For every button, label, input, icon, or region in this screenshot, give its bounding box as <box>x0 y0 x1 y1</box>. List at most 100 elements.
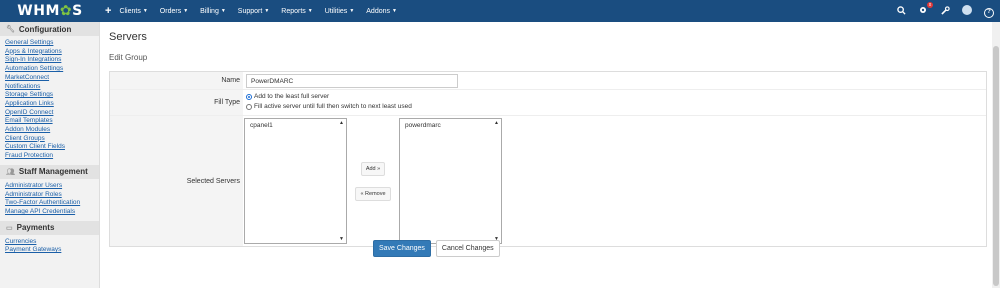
notification-badge: x <box>927 2 933 8</box>
avatar <box>962 5 972 15</box>
logo-text-end: S <box>72 3 83 19</box>
staff-links: Administrator Users Administrator Roles … <box>0 179 99 221</box>
caret-down-icon: ▼ <box>142 8 148 14</box>
sidebar: 🔧︎ Configuration General Settings Apps &… <box>0 22 100 288</box>
page-scrollbar[interactable] <box>992 22 1000 288</box>
menu-label: Billing <box>200 7 219 15</box>
edit-group-form: Name Fill Type Add to the least full ser… <box>109 71 987 247</box>
sidebar-link-currencies[interactable]: Currencies <box>5 238 94 247</box>
caret-down-icon: ▼ <box>220 8 226 14</box>
server-selector: cpanel1 ▲ ▼ Add » « Remove powerdmarc ▲ <box>243 116 986 246</box>
help-icon[interactable]: ? <box>984 5 994 18</box>
chevron-up-icon[interactable]: ▲ <box>494 120 499 126</box>
chevron-up-icon[interactable]: ▲ <box>339 120 344 126</box>
sidebar-link-custom-client-fields[interactable]: Custom Client Fields <box>5 143 94 152</box>
menu-support[interactable]: Support ▼ <box>238 8 269 15</box>
sidebar-link-client-groups[interactable]: Client Groups <box>5 135 94 144</box>
caret-down-icon: ▼ <box>264 8 270 14</box>
logo-gear-icon: ✿ <box>59 3 73 19</box>
sidebar-link-automation-settings[interactable]: Automation Settings <box>5 65 94 74</box>
top-navbar: WHM ✿ S + Clients ▼ Orders ▼ Billing ▼ Suppor… <box>0 0 1000 22</box>
logo-text: WHM <box>17 3 60 19</box>
scrollbar-thumb[interactable] <box>993 46 999 286</box>
sidebar-section-configuration: 🔧︎ Configuration <box>0 22 99 36</box>
fill-option-fill-active[interactable]: Fill active server until full then switc… <box>246 102 984 112</box>
section-title: Payments <box>16 223 55 233</box>
sidebar-link-storage-settings[interactable]: Storage Settings <box>5 91 94 100</box>
sidebar-link-general-settings[interactable]: General Settings <box>5 39 94 48</box>
cancel-changes-button[interactable]: Cancel Changes <box>435 240 500 257</box>
fill-option-least-full[interactable]: Add to the least full server <box>246 92 984 102</box>
wrench-icon[interactable] <box>940 5 950 17</box>
fill-type-field-cell: Add to the least full server Fill active… <box>243 90 986 115</box>
list-item[interactable]: powerdmarc <box>405 122 496 129</box>
menu-addons[interactable]: Addons ▼ <box>366 8 397 15</box>
form-actions: Save Changes Cancel Changes <box>373 240 500 257</box>
section-subtitle: Edit Group <box>109 53 148 62</box>
sidebar-link-administrator-users[interactable]: Administrator Users <box>5 182 94 191</box>
listbox-scrollbar[interactable]: ▲ ▼ <box>338 120 345 242</box>
radio-button-selected[interactable] <box>246 94 252 100</box>
selected-servers-list[interactable]: powerdmarc ▲ ▼ <box>399 118 502 244</box>
menu-utilities[interactable]: Utilities ▼ <box>325 8 355 15</box>
gear-icon[interactable]: x <box>918 2 933 17</box>
menu-label: Support <box>237 7 263 15</box>
group-name-input[interactable] <box>246 74 458 88</box>
wrench-icon: 🔧︎ <box>6 26 15 33</box>
save-changes-button[interactable]: Save Changes <box>373 240 431 257</box>
sidebar-link-sign-in-integrations[interactable]: Sign-In Integrations <box>5 56 94 65</box>
form-row-name: Name <box>110 72 986 90</box>
form-row-selected-servers: Selected Servers cpanel1 ▲ ▼ Add » « Rem… <box>110 116 986 246</box>
sidebar-link-email-templates[interactable]: Email Templates <box>5 117 94 126</box>
menu-label: Clients <box>119 7 141 15</box>
radio-label: Add to the least full server <box>254 93 330 100</box>
page-title: Servers <box>109 31 147 43</box>
sidebar-link-fraud-protection[interactable]: Fraud Protection <box>5 152 94 161</box>
main-content: Servers Edit Group Name Fill Type Add to… <box>109 22 987 247</box>
fill-type-label: Fill Type <box>110 90 243 115</box>
menu-reports[interactable]: Reports ▼ <box>281 8 312 15</box>
search-icon[interactable] <box>896 5 906 17</box>
selected-servers-label: Selected Servers <box>110 116 243 246</box>
payments-links: Currencies Payment Gateways <box>0 235 99 259</box>
caret-down-icon: ▼ <box>183 8 189 14</box>
sidebar-link-apps-integrations[interactable]: Apps & Integrations <box>5 48 94 57</box>
card-icon: ▭ <box>6 224 13 232</box>
available-servers-list[interactable]: cpanel1 ▲ ▼ <box>244 118 347 244</box>
menu-label: Orders <box>159 7 182 15</box>
sidebar-section-payments: ▭ Payments <box>0 220 99 235</box>
sidebar-link-two-factor[interactable]: Two-Factor Authentication <box>5 199 94 208</box>
sidebar-link-notifications[interactable]: Notifications <box>5 83 94 92</box>
add-server-button[interactable]: Add » <box>360 161 386 176</box>
sidebar-link-openid-connect[interactable]: OpenID Connect <box>5 109 94 118</box>
add-new-icon[interactable]: + <box>105 5 111 17</box>
listbox-scrollbar[interactable]: ▲ ▼ <box>493 120 500 242</box>
sidebar-section-staff-management: 👥︎ Staff Management <box>0 164 99 179</box>
user-icon[interactable] <box>962 5 972 17</box>
sidebar-link-application-links[interactable]: Application Links <box>5 100 94 109</box>
sidebar-link-marketconnect[interactable]: MarketConnect <box>5 74 94 83</box>
whmcs-logo[interactable]: WHM ✿ S <box>0 0 100 22</box>
chevron-down-icon[interactable]: ▼ <box>339 236 344 242</box>
list-item[interactable]: cpanel1 <box>250 122 341 129</box>
remove-server-button[interactable]: « Remove <box>355 186 391 201</box>
help-circle: ? <box>984 7 994 18</box>
sidebar-link-api-credentials[interactable]: Manage API Credentials <box>5 208 94 217</box>
top-icons: x ? <box>896 0 994 22</box>
section-title: Configuration <box>18 24 72 34</box>
radio-button[interactable] <box>246 104 252 110</box>
sidebar-link-addon-modules[interactable]: Addon Modules <box>5 126 94 135</box>
section-title: Staff Management <box>18 167 88 177</box>
form-row-fill-type: Fill Type Add to the least full server F… <box>110 90 986 116</box>
menu-billing[interactable]: Billing ▼ <box>200 8 226 15</box>
menu-label: Reports <box>281 7 306 15</box>
sidebar-link-administrator-roles[interactable]: Administrator Roles <box>5 191 94 200</box>
menu-label: Utilities <box>324 7 348 15</box>
menu-label: Addons <box>366 7 391 15</box>
sidebar-link-payment-gateways[interactable]: Payment Gateways <box>5 246 94 255</box>
transfer-buttons: Add » « Remove <box>347 118 399 244</box>
menu-orders[interactable]: Orders ▼ <box>160 8 188 15</box>
caret-down-icon: ▼ <box>392 8 397 14</box>
name-label: Name <box>110 72 243 89</box>
menu-clients[interactable]: Clients ▼ <box>119 8 147 15</box>
